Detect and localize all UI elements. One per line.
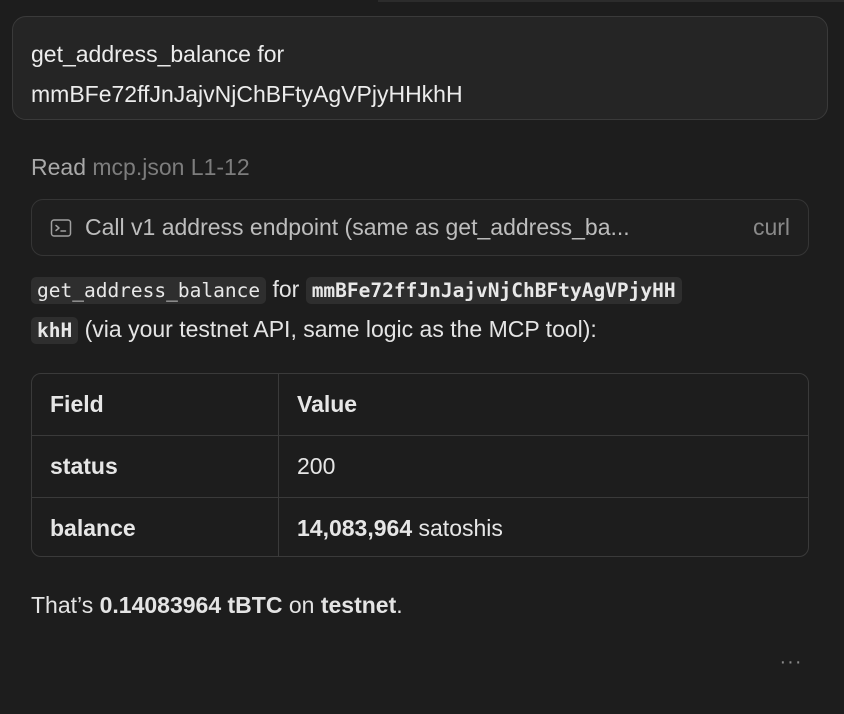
answer-intro: get_address_balance for mmBFe72ffJnJajvN…: [31, 270, 811, 350]
query-line-1: get_address_balance for: [31, 41, 285, 67]
table-header-row: Field Value: [32, 374, 808, 436]
table-row: balance 14,083,964 satoshis: [32, 497, 809, 557]
address-code-part1: mmBFe72ffJnJajvNjChBFtyAgVPjyHH: [305, 277, 682, 304]
query-line-2: mmBFe72ffJnJajvNjChBFtyAgVPjyHHkhH: [31, 81, 463, 107]
summary-prefix: That’s: [31, 592, 94, 618]
header-field: Field: [32, 374, 279, 436]
result-table: Field Value status 200 balance 14,083,96…: [31, 373, 809, 557]
row-value-number: 14,083,964: [297, 515, 413, 541]
summary-suffix: .: [396, 592, 403, 618]
tool-call-description: Call v1 address endpoint (same as get_ad…: [85, 214, 630, 240]
more-horizontal-icon: ···: [779, 650, 803, 673]
answer-rest: (via your testnet API, same logic as the…: [84, 316, 597, 342]
tool-call-command: curl: [752, 214, 790, 240]
top-divider: [378, 0, 844, 2]
more-options-button[interactable]: ···: [777, 648, 805, 676]
row-field: status: [32, 435, 279, 498]
header-value: Value: [278, 374, 808, 436]
answer-line-1: get_address_balance for mmBFe72ffJnJajvN…: [31, 270, 811, 310]
summary-mid: on: [288, 592, 315, 618]
read-step[interactable]: Read mcp.json L1-12: [31, 151, 250, 183]
summary-text: That’s 0.14083964 tBTC on testnet.: [31, 588, 403, 622]
summary-amount: 0.14083964 tBTC: [99, 592, 283, 618]
address-code-part2: khH: [31, 317, 79, 344]
summary-network: testnet: [320, 592, 397, 618]
read-step-file[interactable]: mcp.json L1-12: [92, 154, 249, 180]
user-query-bubble[interactable]: get_address_balance for mmBFe72ffJnJajvN…: [12, 16, 828, 120]
chat-panel: get_address_balance for mmBFe72ffJnJajvN…: [0, 0, 844, 714]
row-value-unit: satoshis: [418, 515, 503, 541]
tool-call-row[interactable]: Call v1 address endpoint (same as get_ad…: [31, 199, 809, 256]
read-step-verb: Read: [31, 154, 86, 180]
row-value-number: 200: [297, 453, 336, 479]
row-value: 14,083,964 satoshis: [279, 498, 809, 557]
row-field: balance: [32, 497, 279, 556]
answer-line-2: khH (via your testnet API, same logic as…: [31, 310, 811, 350]
row-value: 200: [278, 435, 808, 498]
table-row: status 200: [32, 435, 808, 498]
for-word: for: [272, 276, 300, 302]
terminal-icon: [50, 218, 72, 237]
function-name-code: get_address_balance: [31, 277, 267, 304]
